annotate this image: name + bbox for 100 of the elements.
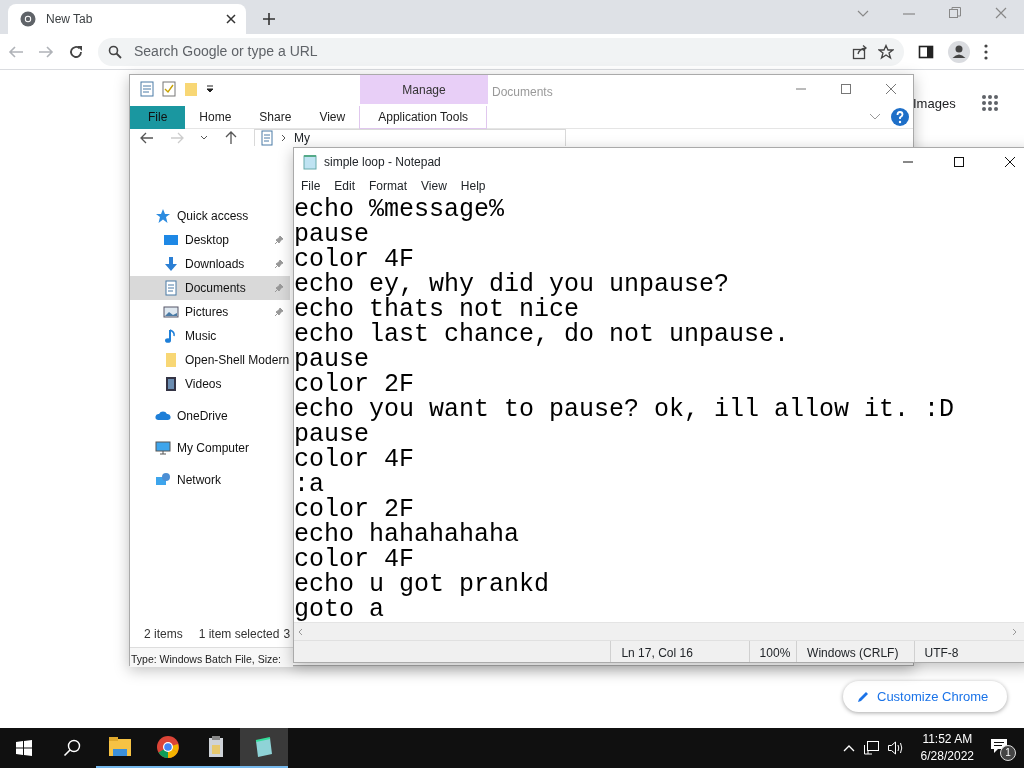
recent-locations-icon[interactable]	[200, 134, 208, 141]
reload-icon[interactable]	[68, 43, 84, 60]
network-icon	[155, 472, 171, 488]
picture-icon	[163, 304, 179, 320]
folder-icon[interactable]	[108, 735, 132, 759]
nav-item[interactable]: Quick access	[130, 204, 290, 228]
close-icon[interactable]	[226, 14, 236, 24]
text-line: echo ey, why did you unpause?	[294, 272, 730, 297]
text-line: goto a	[294, 597, 384, 622]
text-line: echo %message%	[294, 197, 505, 222]
nav-item[interactable]: Documents	[130, 276, 290, 300]
up-icon[interactable]	[224, 130, 238, 145]
text-line: echo thats not nice	[294, 297, 580, 322]
search-icon	[108, 44, 122, 59]
chrome-logo-icon[interactable]	[156, 735, 180, 759]
customize-chrome-button[interactable]: Customize Chrome	[843, 681, 1007, 712]
pin-icon[interactable]	[274, 307, 284, 317]
notification-badge: 1	[1000, 745, 1016, 761]
menu-item[interactable]: Format	[362, 177, 415, 195]
status-field: Ln 17, Col 16	[610, 641, 749, 662]
ribbon-tab[interactable]: View	[305, 105, 360, 129]
browser-tab[interactable]: New Tab	[8, 4, 246, 34]
menu-item[interactable]: Help	[453, 177, 493, 195]
nav-item[interactable]: Music	[130, 324, 290, 348]
nav-item[interactable]: Desktop	[130, 228, 290, 252]
nav-item[interactable]: Open-Shell Modern	[130, 348, 290, 372]
folder-icon	[163, 352, 179, 368]
nav-item[interactable]: OneDrive	[130, 404, 290, 428]
text-line: echo hahahahaha	[294, 522, 520, 547]
text-line: pause	[294, 347, 369, 372]
file-size: 3	[283, 626, 291, 643]
apps-grid-icon[interactable]	[981, 94, 999, 112]
selection-count: 1 item selected	[198, 626, 280, 643]
text-line: echo u got prankd	[294, 572, 550, 597]
menu-item[interactable]: Edit	[327, 177, 363, 195]
show-hidden-icons-icon[interactable]	[842, 744, 855, 752]
address-field[interactable]: Search Google or type a URL	[132, 40, 842, 63]
volume-icon[interactable]	[886, 740, 905, 756]
clock-time[interactable]: 11:52 AM	[922, 731, 973, 748]
film-icon	[163, 376, 179, 392]
text-line: pause	[294, 222, 369, 247]
computer-icon	[155, 440, 171, 456]
images-link[interactable]: Images	[913, 94, 956, 114]
new-tab-icon[interactable]	[262, 12, 276, 26]
document-icon	[261, 130, 273, 146]
desktop-icon	[163, 232, 179, 248]
text-line: color 4F	[294, 447, 415, 472]
status-field: Windows (CRLF)	[796, 641, 914, 662]
ribbon-tab[interactable]: Home	[185, 105, 246, 129]
address-bar[interactable]: My	[254, 129, 566, 146]
text-line: echo last chance, do not unpause.	[294, 322, 790, 347]
pin-icon[interactable]	[274, 235, 284, 245]
text-line: color 2F	[294, 372, 415, 397]
address-text: My	[294, 130, 310, 147]
details-bar: Type: Windows Batch File, Size:	[130, 647, 293, 667]
ribbon-tab[interactable]: Application Tools	[359, 105, 488, 129]
ribbon-tab[interactable]: File	[130, 105, 186, 129]
text-line: color 4F	[294, 247, 415, 272]
menu-item[interactable]: View	[414, 177, 454, 195]
ribbon-tab[interactable]: Share	[245, 105, 306, 129]
address-bar[interactable]: Search Google or type a URL	[98, 37, 904, 66]
expand-ribbon-icon[interactable]	[869, 113, 881, 121]
close-icon[interactable]	[1003, 155, 1016, 168]
nav-item[interactable]: Downloads	[130, 252, 290, 276]
notepad-icon	[302, 153, 318, 170]
text-line: :a	[294, 472, 324, 497]
network-icon[interactable]	[862, 740, 879, 756]
side-panel-icon[interactable]	[918, 43, 934, 60]
share-icon[interactable]	[852, 43, 868, 60]
item-count: 2 items	[144, 626, 183, 643]
nav-item[interactable]: Videos	[130, 372, 290, 396]
nav-item[interactable]: Pictures	[130, 300, 290, 324]
text-line: echo you want to pause? ok, ill allow it. :D	[294, 397, 955, 422]
nav-item[interactable]: My Computer	[130, 436, 290, 460]
status-field: 100%	[748, 641, 797, 662]
star-icon	[155, 208, 171, 224]
pin-icon[interactable]	[274, 259, 284, 269]
chrome-logo-icon	[20, 11, 36, 27]
checklist-icon[interactable]	[162, 81, 176, 97]
help-icon[interactable]	[891, 108, 909, 126]
nav-item[interactable]: Network	[130, 468, 290, 492]
maximize-icon[interactable]	[952, 155, 965, 168]
window-title: Documents	[491, 84, 554, 101]
back-icon[interactable]	[140, 130, 154, 145]
text-line: pause	[294, 422, 369, 447]
windows-logo-icon[interactable]	[16, 740, 32, 756]
window-title: simple loop - Notepad	[324, 153, 442, 171]
dropdown-icon[interactable]	[206, 84, 214, 94]
menu-item[interactable]: File	[294, 177, 328, 195]
pencil-icon	[857, 690, 869, 703]
star-icon[interactable]	[878, 43, 894, 60]
profile-icon[interactable]	[948, 40, 970, 63]
status-field: UTF-8	[913, 641, 1024, 662]
restore-icon[interactable]	[948, 6, 962, 20]
clock-date[interactable]: 6/28/2022	[920, 748, 974, 765]
tab-title: New Tab	[46, 11, 94, 28]
text-line: color 4F	[294, 547, 415, 572]
text-line: color 2F	[294, 497, 415, 522]
search-icon[interactable]	[63, 739, 81, 757]
more-menu-icon[interactable]	[984, 43, 988, 60]
